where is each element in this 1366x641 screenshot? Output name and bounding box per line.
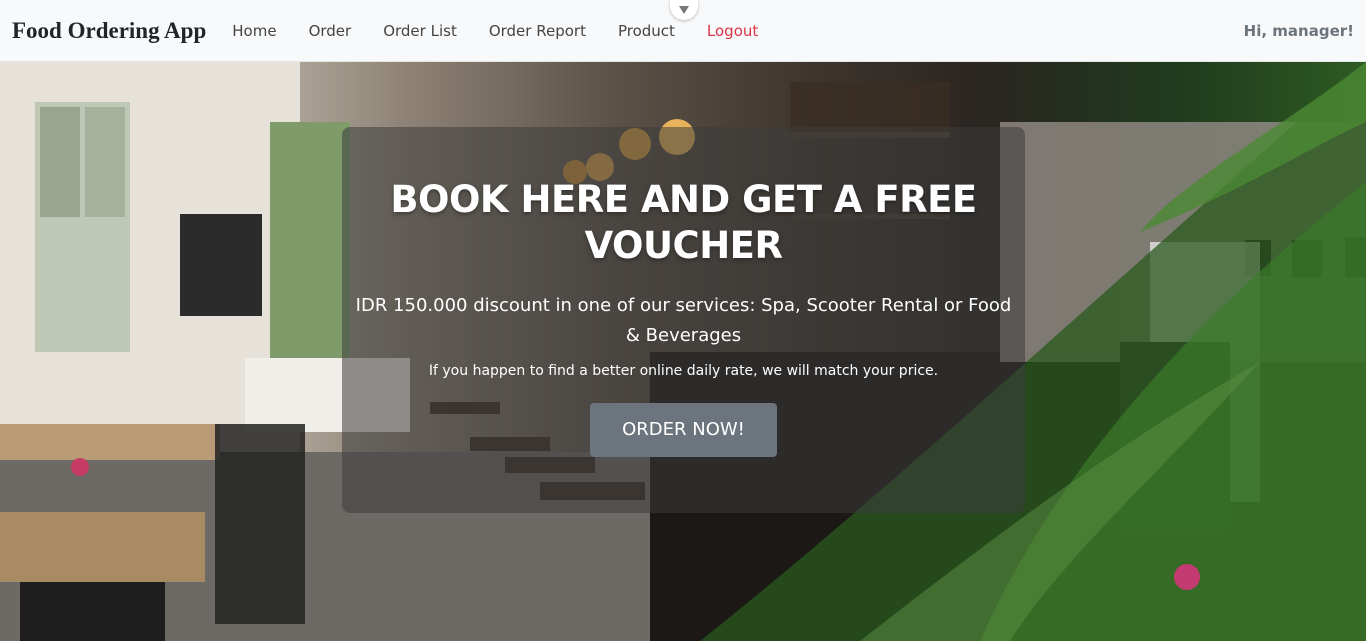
nav-link-order-report[interactable]: Order Report bbox=[473, 22, 602, 40]
chevron-down-icon bbox=[679, 6, 689, 14]
nav-link-order[interactable]: Order bbox=[293, 22, 368, 40]
order-now-button[interactable]: ORDER NOW! bbox=[590, 403, 777, 457]
promo-subtitle: IDR 150.000 discount in one of our servi… bbox=[355, 295, 1012, 346]
app-brand[interactable]: Food Ordering App bbox=[12, 18, 206, 44]
hero-banner: BOOK HERE AND GET A FREE VOUCHER IDR 150… bbox=[0, 62, 1366, 641]
promo-note: If you happen to find a better online da… bbox=[428, 363, 939, 379]
promo-card: BOOK HERE AND GET A FREE VOUCHER IDR 150… bbox=[342, 127, 1025, 513]
nav-links: Home Order Order List Order Report Produ… bbox=[216, 22, 774, 40]
promo-title: BOOK HERE AND GET A FREE VOUCHER bbox=[390, 178, 977, 267]
nav-link-order-list[interactable]: Order List bbox=[367, 22, 473, 40]
nav-link-logout[interactable]: Logout bbox=[691, 22, 774, 40]
nav-link-home[interactable]: Home bbox=[216, 22, 292, 40]
nav-link-product[interactable]: Product bbox=[602, 22, 691, 40]
user-greeting: Hi, manager! bbox=[1243, 21, 1354, 40]
